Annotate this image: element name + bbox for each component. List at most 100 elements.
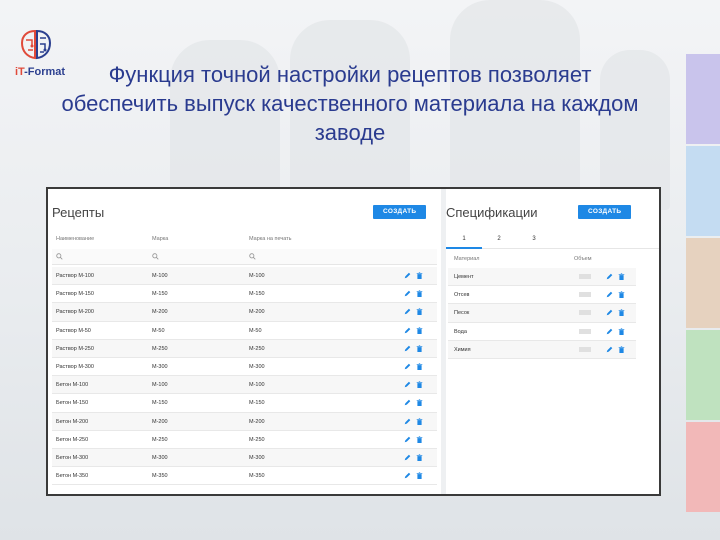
column-header-name[interactable]: Наименование — [56, 236, 94, 242]
side-color-bar — [686, 238, 720, 328]
delete-icon[interactable] — [416, 399, 423, 407]
table-row[interactable]: Раствор М-150 М-150 М-150 — [52, 285, 437, 304]
recipe-name: Раствор М-150 — [56, 291, 94, 298]
side-color-bar — [686, 146, 720, 236]
recipe-grade: М-150 — [152, 291, 168, 298]
table-row[interactable]: Бетон М-350 М-350 М-350 — [52, 467, 437, 486]
edit-icon[interactable] — [404, 436, 411, 444]
create-recipe-button[interactable]: СОЗДАТЬ — [373, 205, 427, 219]
material-name: Отсев — [454, 292, 470, 299]
recipe-name: Бетон М-350 — [56, 473, 89, 480]
column-header-volume[interactable]: Объем — [574, 256, 592, 262]
table-row[interactable]: Раствор М-200 М-200 М-200 — [52, 303, 437, 322]
delete-icon[interactable] — [618, 309, 625, 317]
create-spec-button[interactable]: СОЗДАТЬ — [578, 205, 632, 219]
edit-icon[interactable] — [404, 399, 411, 407]
recipes-panel: Рецепты СОЗДАТЬ Наименование Марка Марка… — [48, 189, 441, 494]
delete-icon[interactable] — [416, 472, 423, 480]
volume-field[interactable] — [579, 346, 591, 352]
delete-icon[interactable] — [416, 417, 423, 426]
column-header-material[interactable]: Материал — [454, 256, 480, 262]
recipe-grade: М-100 — [152, 382, 168, 389]
edit-icon[interactable] — [404, 381, 411, 389]
recipe-print-grade: М-100 — [249, 382, 265, 389]
table-row[interactable]: Бетон М-150 М-150 М-150 — [52, 394, 437, 413]
recipe-grade: М-250 — [152, 436, 168, 443]
table-row[interactable]: Бетон М-100 М-100 М-100 — [52, 376, 437, 395]
delete-icon[interactable] — [416, 290, 423, 298]
edit-icon[interactable] — [404, 418, 411, 426]
edit-icon[interactable] — [404, 363, 411, 371]
delete-icon[interactable] — [416, 436, 423, 444]
delete-icon[interactable] — [416, 363, 423, 371]
search-icon[interactable] — [152, 253, 159, 260]
delete-icon[interactable] — [416, 454, 423, 462]
recipe-name: Бетон М-200 — [56, 418, 89, 425]
table-row[interactable]: Раствор М-250 М-250 М-250 — [52, 339, 437, 358]
table-row[interactable]: Бетон М-250 М-250 М-250 — [52, 431, 437, 449]
recipe-grade: М-250 — [152, 345, 168, 352]
recipe-print-grade: М-150 — [249, 291, 265, 298]
volume-field[interactable] — [579, 274, 591, 279]
recipe-print-grade: М-250 — [249, 436, 265, 443]
recipe-name: Раствор М-100 — [56, 273, 94, 279]
delete-icon[interactable] — [416, 308, 423, 316]
brain-logo-icon — [20, 29, 52, 60]
edit-icon[interactable] — [404, 308, 411, 316]
recipe-print-grade: М-200 — [249, 418, 265, 425]
edit-icon[interactable] — [404, 345, 411, 353]
edit-icon[interactable] — [404, 454, 411, 462]
recipes-title: Рецепты — [52, 205, 105, 220]
delete-icon[interactable] — [416, 381, 423, 389]
recipe-print-grade: М-50 — [249, 327, 262, 334]
edit-icon[interactable] — [606, 309, 613, 317]
active-tab-indicator — [446, 247, 482, 249]
recipe-grade: М-350 — [152, 473, 168, 480]
edit-icon[interactable] — [606, 273, 613, 281]
recipe-name: Раствор М-250 — [56, 345, 94, 352]
filter-row — [52, 249, 437, 265]
table-row[interactable]: Раствор М-300 М-300 М-300 — [52, 358, 437, 377]
recipe-name: Раствор М-300 — [56, 363, 94, 370]
table-row[interactable]: Раствор М-100 М-100 М-100 — [52, 267, 437, 286]
delete-icon[interactable] — [416, 345, 423, 353]
edit-icon[interactable] — [606, 346, 613, 354]
column-header-grade[interactable]: Марка — [152, 236, 168, 242]
delete-icon[interactable] — [618, 291, 625, 299]
edit-icon[interactable] — [606, 328, 613, 336]
column-header-print-grade[interactable]: Марка на печать — [249, 236, 292, 242]
delete-icon[interactable] — [618, 327, 625, 336]
specs-table: Цемент Отсев Песок Вода Химия — [448, 268, 636, 359]
table-row[interactable]: Бетон М-200 М-200 М-200 — [52, 412, 437, 431]
table-row[interactable]: Химия — [448, 340, 636, 359]
table-row[interactable]: Бетон М-300 М-300 М-300 — [52, 448, 437, 468]
search-icon[interactable] — [56, 253, 63, 260]
table-row[interactable]: Раствор М-50 М-50 М-50 — [52, 322, 437, 340]
table-row[interactable]: Вода — [448, 323, 636, 341]
edit-icon[interactable] — [404, 290, 411, 298]
recipe-grade: М-200 — [152, 309, 168, 316]
edit-icon[interactable] — [606, 291, 613, 299]
volume-field[interactable] — [579, 328, 591, 334]
delete-icon[interactable] — [618, 273, 625, 281]
recipe-name: Раствор М-200 — [56, 309, 94, 316]
volume-field[interactable] — [579, 292, 591, 298]
recipe-print-grade: М-100 — [249, 273, 265, 279]
table-row[interactable]: Цемент — [448, 268, 636, 287]
delete-icon[interactable] — [416, 272, 423, 280]
edit-icon[interactable] — [404, 272, 411, 280]
tab-1[interactable]: 1 — [454, 236, 474, 242]
edit-icon[interactable] — [404, 472, 411, 480]
search-icon[interactable] — [249, 253, 256, 260]
delete-icon[interactable] — [618, 346, 625, 354]
app-window: Рецепты СОЗДАТЬ Наименование Марка Марка… — [46, 187, 661, 496]
table-row[interactable]: Песок — [448, 304, 636, 323]
table-row[interactable]: Отсев — [448, 286, 636, 305]
recipe-print-grade: М-300 — [249, 454, 265, 461]
tab-2[interactable]: 2 — [489, 236, 509, 242]
delete-icon[interactable] — [416, 326, 423, 335]
tab-3[interactable]: 3 — [524, 236, 544, 242]
edit-icon[interactable] — [404, 327, 411, 335]
recipe-print-grade: М-300 — [249, 363, 265, 370]
volume-field[interactable] — [579, 310, 591, 316]
